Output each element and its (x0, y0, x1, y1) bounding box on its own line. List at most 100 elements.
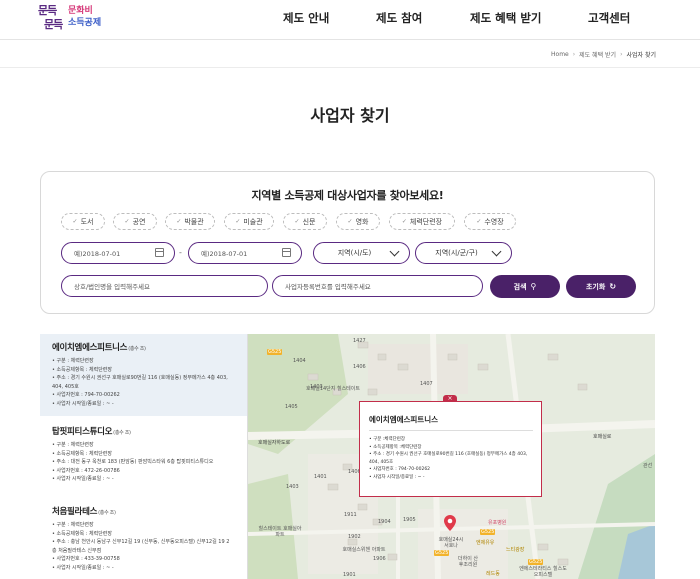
map-poi-label: 유포병원 (488, 520, 507, 526)
map-label: 1906 (373, 556, 386, 562)
district-select-value: 지역(시/군/구) (435, 249, 478, 257)
chip-label: 공연 (132, 217, 146, 226)
map-label: 호매실24시 서호나 (438, 537, 464, 549)
popup-body: • 구분 :체력단련장 • 소득공제항목 :체력단련장 • 주소 : 경기 수원… (369, 436, 537, 481)
check-icon: ✓ (294, 218, 300, 225)
result-name: 에이치엠에스피트니스(총수 조) (52, 341, 238, 353)
chip-label: 영화 (355, 217, 369, 226)
refresh-icon: ↻ (609, 282, 617, 291)
map-label: 1401 (314, 474, 327, 480)
check-icon: ✓ (124, 218, 130, 225)
map-label: 1911 (344, 512, 357, 518)
chip-label: 박물관 (184, 217, 204, 226)
check-icon: ✓ (347, 218, 353, 225)
business-number-input[interactable]: 사업자등록번호를 입력해주세요 (272, 275, 483, 297)
map-label: 호매실14단지 힐스테이트 (306, 386, 360, 392)
map-label: 관선 (643, 463, 653, 469)
map-poi-label: 엔에스테라티스 힐스도오피스텔 (519, 566, 567, 578)
search-heading: 지역별 소득공제 대상사업자를 찾아보세요! (251, 189, 444, 202)
map-label: 1904 (378, 519, 391, 525)
map-view[interactable]: 1427 G525 1404 1406 1403 호매실14단지 힐스테이트 1… (248, 334, 655, 579)
result-type: • 구분 : 체력단련장 (52, 442, 94, 448)
breadcrumb-current: 사업자 찾기 (626, 52, 656, 59)
result-item[interactable]: 에이치엠에스피트니스(총수 조) • 구분 : 체력단련장 • 소득공제항목 :… (40, 334, 247, 416)
chip-label: 신문 (302, 217, 316, 226)
map-pin-icon[interactable] (444, 515, 456, 531)
chip-label: 미술관 (243, 217, 263, 226)
result-item[interactable]: 처음필라테스(총수 조) • 구분 : 체력단련장 • 소득공제항목 : 체력단… (40, 498, 247, 579)
popup-divider (369, 430, 533, 431)
district-select[interactable]: 지역(시/군/구) (415, 242, 512, 264)
result-address: • 주소 : 경기 수원시 권선구 호매실로90번길 116 (호매실동) 정부… (52, 375, 228, 390)
map-label: 1427 (353, 338, 366, 344)
site-logo[interactable]: 문득 문득 문화비 소득공제 (38, 4, 118, 36)
bus-stop-label: G525 (434, 550, 450, 556)
category-chip-pool[interactable]: ✓ 수영장 (464, 213, 516, 230)
search-button-label: 검색 (513, 282, 527, 291)
result-name: 탑핏피티스튜디오(총수 조) (52, 425, 238, 437)
result-address: • 주소 : 충남 천안시 동남구 신부12길 19 (신부동, 신부동오피스텔… (52, 539, 230, 554)
chip-label: 수영장 (484, 217, 504, 226)
calendar-icon[interactable] (282, 248, 291, 257)
result-name-text: 탑핏피티스튜디오 (52, 427, 113, 437)
start-date-input[interactable]: 예)2018-07-01 (61, 242, 175, 264)
search-panel: 지역별 소득공제 대상사업자를 찾아보세요! ✓ 도서 ✓ 공연 ✓ 박물관 ✓ 미술관… (40, 171, 655, 314)
category-chip-performance[interactable]: ✓ 공연 (113, 213, 157, 230)
map-poi-label: 더하이 산후조리원 (458, 556, 478, 568)
result-item[interactable]: 탑핏피티스튜디오(총수 조) • 구분 : 체력단련장 • 소득공제항목 : 체… (40, 418, 247, 498)
logo-text-1: 문득 (38, 4, 57, 17)
business-number-placeholder: 사업자등록번호를 입력해주세요 (285, 283, 371, 291)
logo-sub-2: 소득공제 (68, 18, 102, 28)
search-button[interactable]: 검색 ⚲ (490, 275, 560, 298)
category-chip-movie[interactable]: ✓ 영화 (336, 213, 380, 230)
result-address: • 주소 : 대전 동구 옥천로 183 (판암동) 판암빅스타워 6층 탑핏피… (52, 459, 214, 465)
category-chip-museum[interactable]: ✓ 박물관 (165, 213, 215, 230)
popup-bizno: • 사업자번호 : 794-70-00262 (369, 467, 431, 472)
nav-program-benefit[interactable]: 제도 혜택 받기 (470, 0, 542, 40)
category-chip-gallery[interactable]: ✓ 미술관 (224, 213, 274, 230)
start-date-placeholder: 예)2018-07-01 (74, 250, 121, 258)
breadcrumb-parent[interactable]: 제도 혜택 받기 (579, 50, 616, 59)
chip-label: 도서 (80, 217, 94, 226)
end-date-input[interactable]: 예)2018-07-01 (188, 242, 302, 264)
nav-customer-center[interactable]: 고객센터 (588, 0, 630, 40)
result-bizno: • 사업자번호 : 472-26-00786 (52, 467, 120, 474)
breadcrumb-home[interactable]: Home (551, 51, 569, 58)
nav-program-info[interactable]: 제도 안내 (283, 0, 329, 40)
result-count: (총수 조) (128, 346, 146, 352)
map-poi-label: 레드동 (486, 571, 500, 577)
result-deduction: • 소득공제항목 : 체력단련장 (52, 450, 113, 457)
page-title: 사업자 찾기 (310, 106, 390, 125)
check-icon: ✓ (476, 218, 482, 225)
map-road-label: 호매실로 (593, 434, 612, 440)
popup-address: • 주소 : 경기 수원시 권선구 호매실로90번길 116 (호매실동) 정부… (369, 452, 528, 465)
breadcrumb-separator-icon: › (620, 51, 623, 58)
map-label: 1905 (403, 517, 416, 523)
site-header: 문득 문득 문화비 소득공제 제도 안내 제도 참여 제도 혜택 받기 고객센터 (0, 0, 700, 40)
result-bizno: • 사업자번호 : 433-39-00758 (52, 556, 120, 562)
result-count: (총수 조) (98, 510, 116, 516)
calendar-icon[interactable] (155, 248, 164, 257)
nav-program-join[interactable]: 제도 참여 (376, 0, 422, 40)
logo-sub-1: 문화비 (68, 6, 93, 16)
map-label: 1406 (353, 364, 366, 370)
result-type: • 구분 : 체력단련장 (52, 522, 94, 528)
breadcrumb-separator-icon: › (572, 51, 576, 58)
close-icon[interactable]: × (443, 395, 457, 402)
result-count: (총수 조) (113, 430, 131, 436)
category-chip-newspaper[interactable]: ✓ 신문 (283, 213, 327, 230)
map-poi-label: 느티광장 (506, 547, 525, 553)
breadcrumb-divider (0, 67, 700, 68)
category-chip-fitness[interactable]: ✓ 체력단련장 (389, 213, 455, 230)
reset-button-label: 초기화 (585, 282, 606, 291)
chip-label: 체력단련장 (409, 217, 443, 226)
map-label: 호매실스위첸 아파트 (342, 547, 386, 553)
business-name-input[interactable]: 상호/법인명을 입력해주세요 (61, 275, 268, 297)
region-select[interactable]: 지역(시/도) (313, 242, 410, 264)
category-chip-books[interactable]: ✓ 도서 (61, 213, 105, 230)
date-separator: - (179, 248, 182, 257)
bus-stop-label: G525 (480, 529, 496, 535)
popup-deduction: • 소득공제항목 :체력단련장 (369, 444, 422, 450)
reset-button[interactable]: 초기화 ↻ (566, 275, 636, 298)
map-label: 힐스테이트 호매실아파트 (258, 526, 302, 538)
